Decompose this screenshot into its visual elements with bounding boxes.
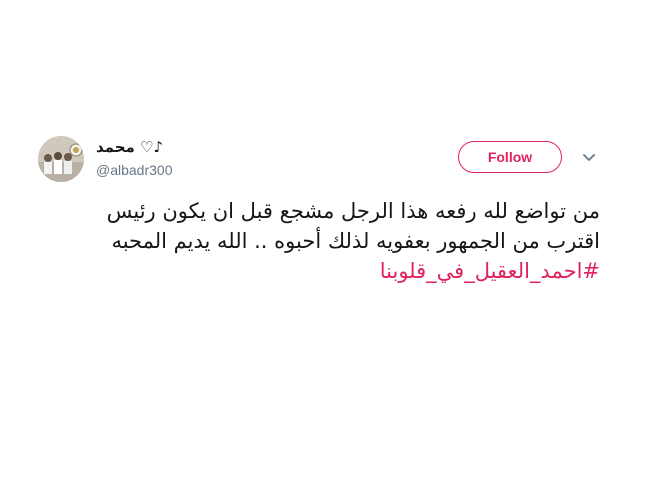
tweet-card: محمد ♡♪ @albadr300 Follow من تواضع لله ر… bbox=[0, 0, 667, 504]
display-name[interactable]: محمد ♡♪ bbox=[96, 138, 163, 156]
chevron-down-icon[interactable] bbox=[580, 150, 598, 164]
follow-button[interactable]: Follow bbox=[458, 141, 562, 173]
hashtag-link[interactable]: #احمد_العقيل_في_قلوبنا bbox=[380, 259, 600, 283]
tweet-text-line: من تواضع لله رفعه هذا الرجل مشجع قبل ان … bbox=[106, 199, 600, 223]
tweet-text: من تواضع لله رفعه هذا الرجل مشجع قبل ان … bbox=[30, 196, 600, 286]
username[interactable]: @albadr300 bbox=[96, 162, 173, 178]
avatar[interactable] bbox=[38, 136, 84, 182]
avatar-image bbox=[38, 136, 84, 182]
tweet-text-line: اقترب من الجمهور بعفويه لذلك أحبوه .. ال… bbox=[111, 229, 600, 253]
